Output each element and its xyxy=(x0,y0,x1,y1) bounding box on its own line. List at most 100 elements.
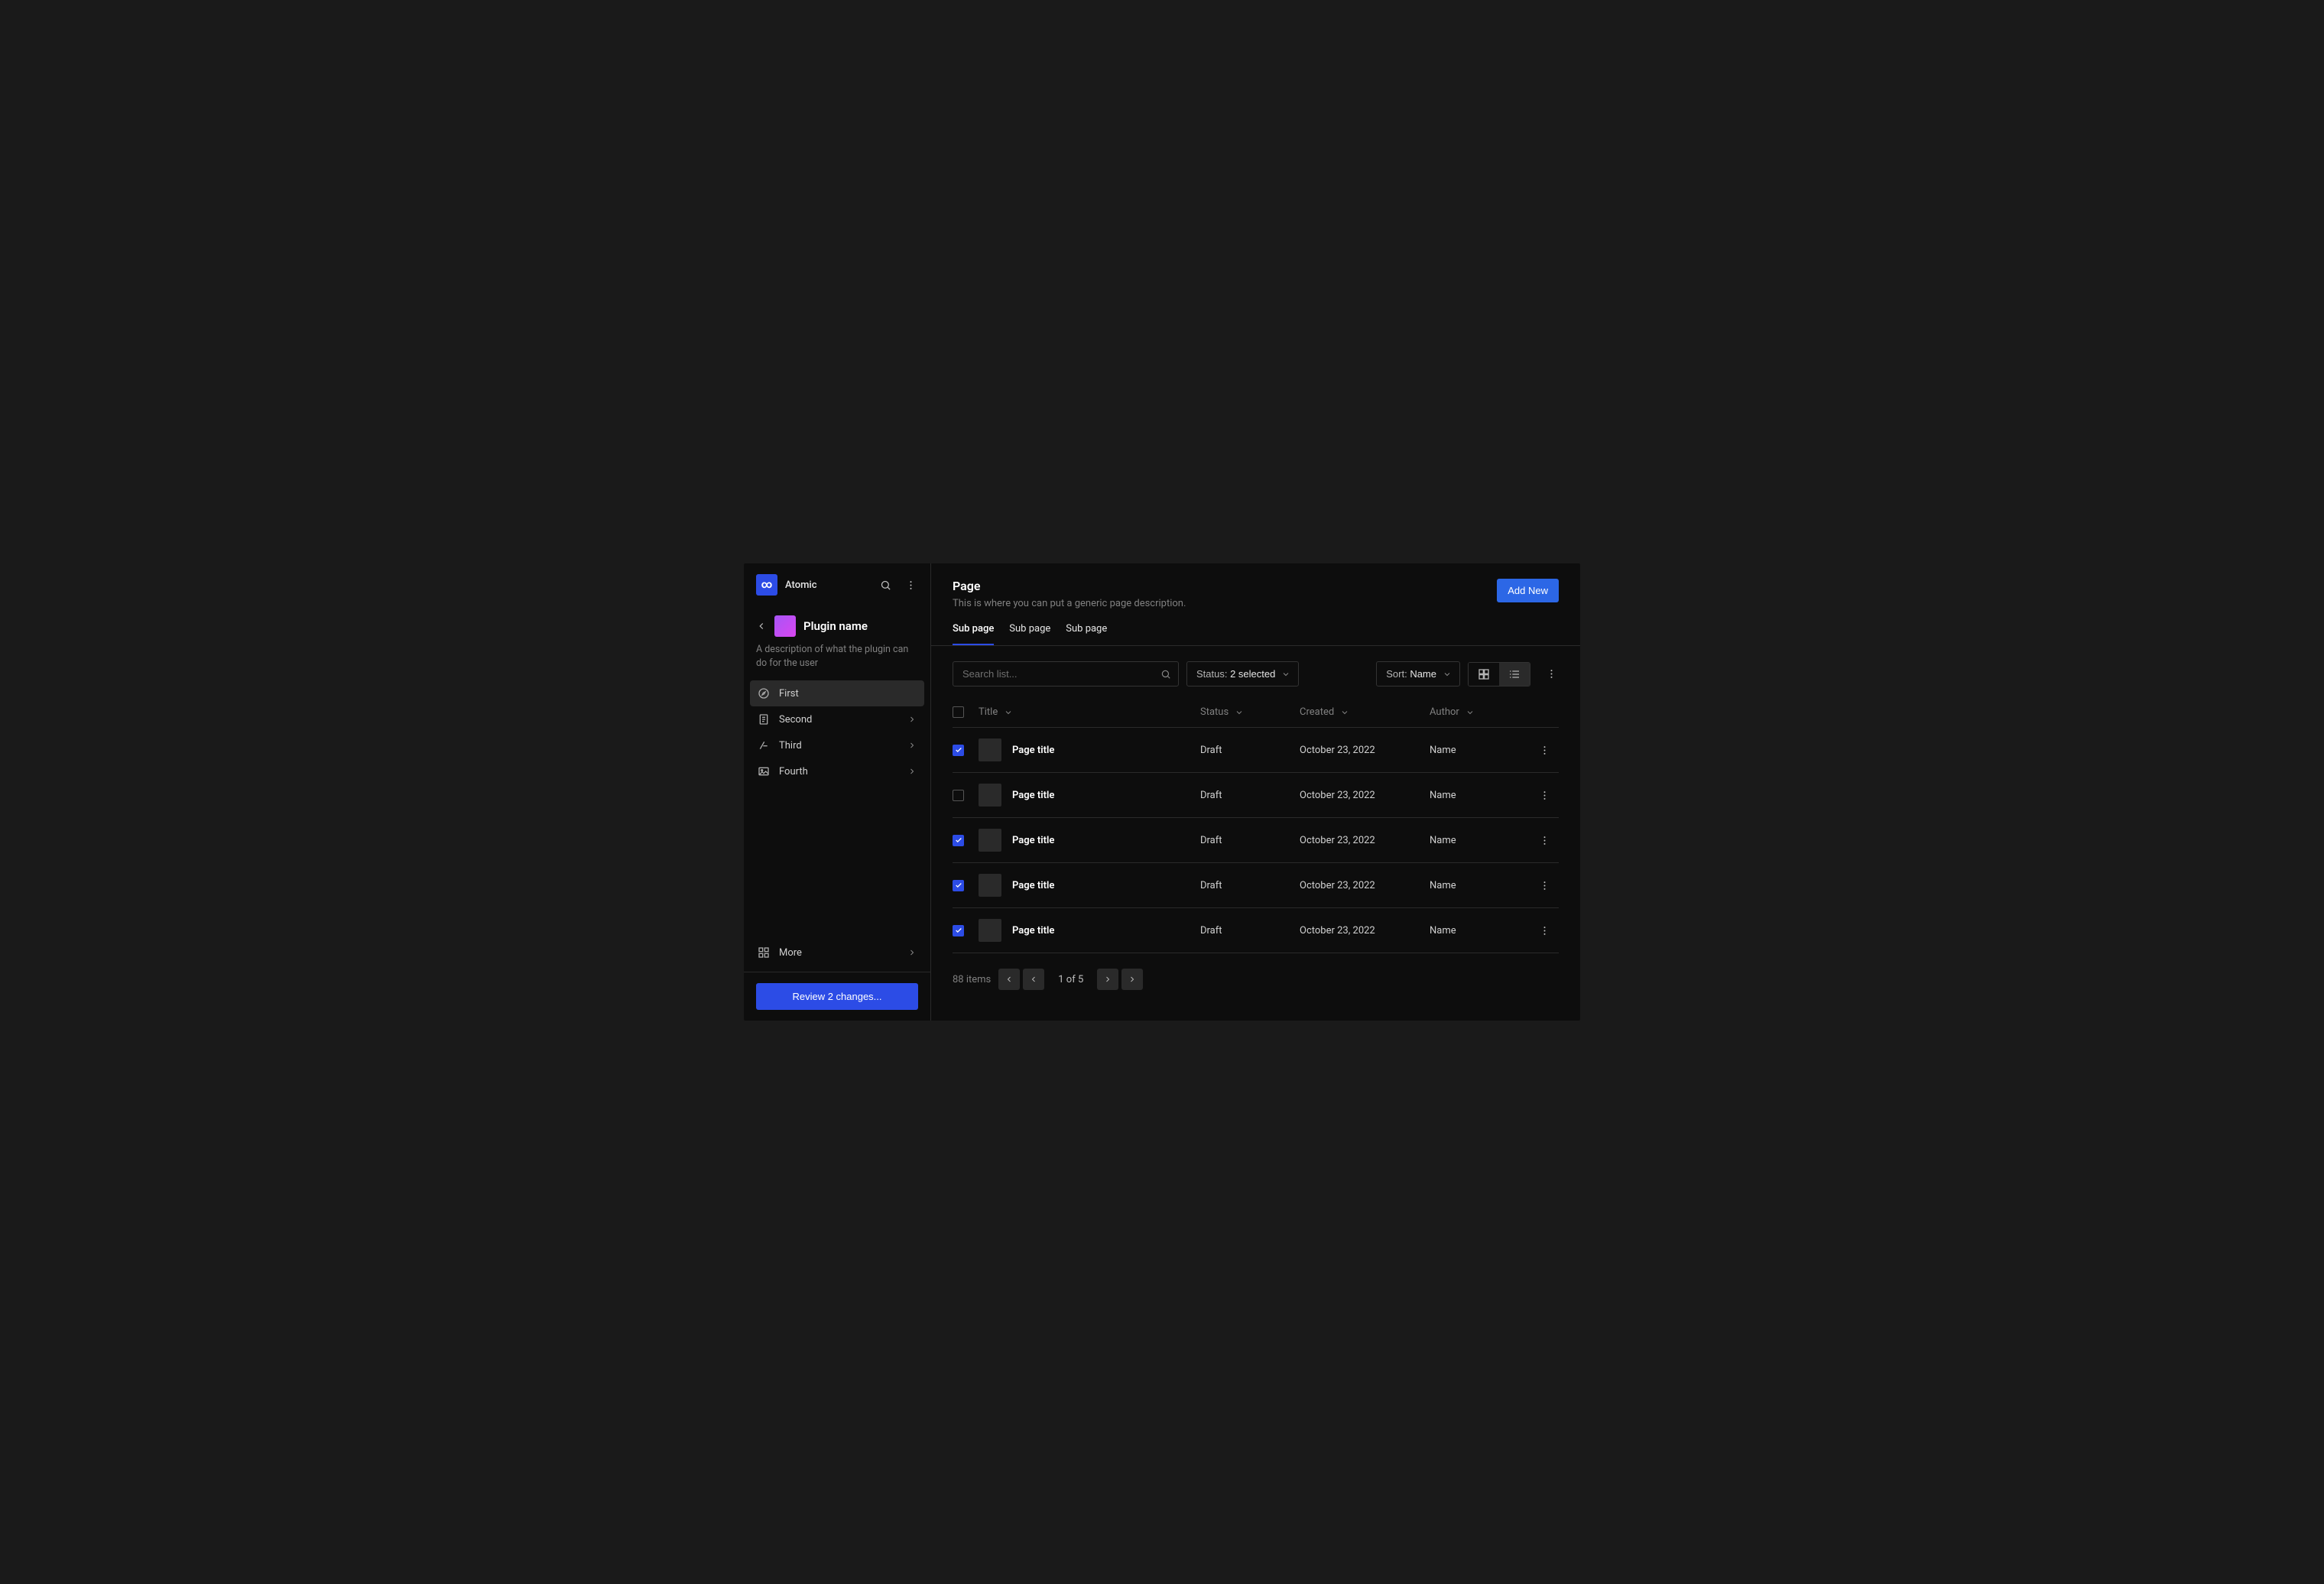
row-more-button[interactable] xyxy=(1537,833,1552,848)
sort-value: Name xyxy=(1410,668,1436,680)
row-checkbox[interactable] xyxy=(953,880,964,891)
view-toggle xyxy=(1468,662,1530,687)
filter-value: 2 selected xyxy=(1230,668,1275,680)
prev-page-button[interactable] xyxy=(1023,969,1044,990)
row-created: October 23, 2022 xyxy=(1300,745,1430,756)
tabs: Sub page Sub page Sub page xyxy=(931,609,1580,646)
list-view-icon xyxy=(1508,668,1521,680)
first-page-button[interactable] xyxy=(998,969,1020,990)
sidebar: ∞ Atomic Plugin name A description of wh… xyxy=(744,563,931,1021)
row-title: Page title xyxy=(1012,745,1054,756)
compass-icon xyxy=(758,687,770,699)
row-author: Name xyxy=(1430,835,1521,846)
toolbar-more-button[interactable] xyxy=(1544,667,1559,681)
nav-list: First Second Third Fourth xyxy=(744,680,930,784)
row-more-button[interactable] xyxy=(1537,923,1552,938)
row-more-button[interactable] xyxy=(1537,788,1552,803)
tab-2[interactable]: Sub page xyxy=(1066,623,1107,645)
table-header: Title Status Created Author xyxy=(953,702,1559,728)
row-title: Page title xyxy=(1012,790,1054,801)
grid-icon xyxy=(758,946,770,959)
page-title: Page xyxy=(953,579,1186,593)
page-description: This is where you can put a generic page… xyxy=(953,598,1186,609)
row-checkbox[interactable] xyxy=(953,790,964,801)
brand-name: Atomic xyxy=(785,579,817,591)
row-more-button[interactable] xyxy=(1537,743,1552,758)
tab-1[interactable]: Sub page xyxy=(1009,623,1050,645)
column-status-label: Status xyxy=(1200,706,1229,718)
nav-item-fourth[interactable]: Fourth xyxy=(750,758,924,784)
nav-item-label: Third xyxy=(779,740,802,751)
table-row: Page titleDraftOctober 23, 2022Name xyxy=(953,908,1559,953)
chevron-down-icon xyxy=(1004,708,1013,717)
chevron-right-icon xyxy=(907,948,917,957)
more-vertical-icon xyxy=(1539,835,1550,846)
page-header: Page This is where you can put a generic… xyxy=(931,563,1580,609)
chevron-right-icon xyxy=(907,741,917,750)
nav-item-third[interactable]: Third xyxy=(750,732,924,758)
column-created-label: Created xyxy=(1300,706,1334,718)
column-status[interactable]: Status xyxy=(1200,706,1300,718)
row-thumbnail xyxy=(979,919,1001,942)
row-title: Page title xyxy=(1012,880,1054,891)
search-icon xyxy=(880,579,891,591)
row-thumbnail xyxy=(979,738,1001,761)
chevron-down-icon xyxy=(1443,670,1452,679)
row-created: October 23, 2022 xyxy=(1300,790,1430,801)
sort-prefix: Sort: xyxy=(1386,668,1410,680)
column-author[interactable]: Author xyxy=(1430,706,1521,718)
row-status: Draft xyxy=(1200,880,1300,891)
sort-dropdown[interactable]: Sort: Name xyxy=(1376,661,1460,687)
column-created[interactable]: Created xyxy=(1300,706,1430,718)
column-title[interactable]: Title xyxy=(979,706,1200,718)
more-vertical-icon xyxy=(1539,790,1550,801)
row-status: Draft xyxy=(1200,925,1300,936)
row-author: Name xyxy=(1430,925,1521,936)
row-checkbox[interactable] xyxy=(953,745,964,756)
more-vertical-icon xyxy=(1546,668,1557,680)
grid-view-icon xyxy=(1478,668,1490,680)
nav-item-first[interactable]: First xyxy=(750,680,924,706)
pagination: 88 items 1 of 5 xyxy=(931,953,1580,1021)
row-author: Name xyxy=(1430,790,1521,801)
row-thumbnail xyxy=(979,829,1001,852)
more-vertical-icon xyxy=(1539,925,1550,936)
last-page-button[interactable] xyxy=(1121,969,1143,990)
app-window: ∞ Atomic Plugin name A description of wh… xyxy=(744,563,1580,1021)
row-title: Page title xyxy=(1012,835,1054,846)
select-all-checkbox[interactable] xyxy=(953,706,964,718)
sidebar-search-button[interactable] xyxy=(878,578,893,592)
grid-view-button[interactable] xyxy=(1469,663,1499,686)
review-changes-button[interactable]: Review 2 changes... xyxy=(756,983,918,1010)
plugin-description: A description of what the plugin can do … xyxy=(744,643,930,680)
status-filter[interactable]: Status: 2 selected xyxy=(1186,661,1299,687)
back-button[interactable] xyxy=(756,621,767,631)
nav-item-second[interactable]: Second xyxy=(750,706,924,732)
chevron-left-icon xyxy=(1029,975,1038,984)
tab-0[interactable]: Sub page xyxy=(953,623,994,645)
plugin-header: Plugin name xyxy=(744,606,930,643)
row-more-button[interactable] xyxy=(1537,878,1552,893)
chevron-right-icon xyxy=(1103,975,1112,984)
table-row: Page titleDraftOctober 23, 2022Name xyxy=(953,818,1559,863)
next-page-button[interactable] xyxy=(1097,969,1118,990)
sidebar-more-item[interactable]: More xyxy=(750,940,924,966)
main-content: Page This is where you can put a generic… xyxy=(931,563,1580,1021)
nav-item-label: First xyxy=(779,688,799,699)
chevron-down-icon xyxy=(1281,670,1290,679)
search-icon xyxy=(1160,669,1171,680)
sidebar-more-button[interactable] xyxy=(904,578,918,592)
filter-prefix: Status: xyxy=(1196,668,1230,680)
toolbar: Status: 2 selected Sort: Name xyxy=(931,646,1580,702)
add-new-button[interactable]: Add New xyxy=(1497,579,1559,602)
row-author: Name xyxy=(1430,880,1521,891)
plugin-avatar xyxy=(774,615,796,637)
row-checkbox[interactable] xyxy=(953,835,964,846)
total-items-label: 88 items xyxy=(953,974,991,985)
row-checkbox[interactable] xyxy=(953,925,964,936)
column-author-label: Author xyxy=(1430,706,1459,718)
more-vertical-icon xyxy=(1539,745,1550,756)
image-icon xyxy=(758,765,770,777)
search-input[interactable] xyxy=(953,661,1179,687)
list-view-button[interactable] xyxy=(1499,663,1530,686)
